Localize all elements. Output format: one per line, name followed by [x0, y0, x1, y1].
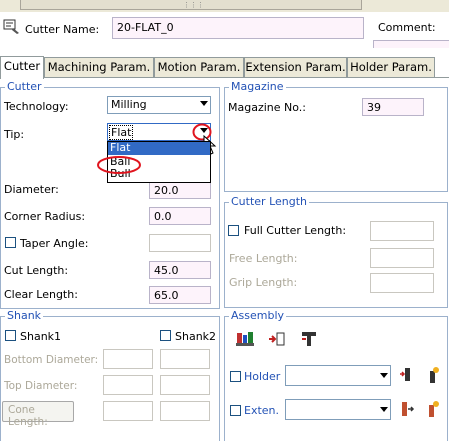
free-length-label: Free Length:: [229, 252, 298, 265]
taper-angle-checkbox[interactable]: [5, 237, 16, 248]
taper-angle-label: Taper Angle:: [20, 237, 89, 250]
assembly-group-title: Assembly: [229, 309, 287, 322]
magazine-no-label: Magazine No.:: [228, 101, 306, 114]
clear-length-label: Clear Length:: [4, 288, 78, 301]
tab-cutter[interactable]: Cutter: [0, 56, 44, 79]
exten-select[interactable]: [285, 399, 391, 420]
holder-add-icon[interactable]: [399, 366, 415, 384]
tab-motion-param[interactable]: Motion Param.: [154, 57, 244, 77]
tip-label: Tip:: [4, 128, 25, 141]
magazine-group-title: Magazine: [229, 80, 286, 93]
free-length-input: [370, 248, 434, 268]
cutter-group-title: Cutter: [5, 80, 44, 93]
magazine-no-input[interactable]: 39: [362, 98, 424, 116]
tab-strip: Cutter Machining Param. Motion Param. Ex…: [0, 56, 449, 79]
holder-select[interactable]: [285, 365, 391, 386]
shank1-checkbox[interactable]: [5, 330, 16, 341]
shank2-checkbox[interactable]: [160, 330, 171, 341]
top-diameter-input-2: [160, 375, 210, 395]
technology-select[interactable]: Milling: [107, 96, 211, 114]
cutter-name-input[interactable]: 20-FLAT_0: [112, 17, 364, 39]
cutter-length-group-title: Cutter Length: [229, 195, 310, 208]
bottom-diameter-label: Bottom Diameter:: [4, 354, 99, 366]
cone-length-input: [103, 401, 153, 421]
chevron-down-icon: [380, 407, 388, 412]
technology-label: Technology:: [4, 100, 69, 113]
clear-length-input[interactable]: 65.0: [149, 286, 211, 304]
bottom-diameter-input-2: [160, 349, 210, 369]
chevron-down-icon: [380, 373, 388, 378]
technology-value: Milling: [111, 98, 147, 111]
holder-tool-icon[interactable]: [300, 331, 318, 347]
holder-new-icon[interactable]: [425, 366, 441, 384]
shank2-label: Shank2: [175, 330, 217, 343]
comment-label: Comment:: [378, 21, 436, 34]
top-grip[interactable]: ⋮⋮⋮: [20, 0, 362, 10]
holder-checkbox[interactable]: [230, 371, 241, 382]
cone-length-button[interactable]: Cone Length:: [2, 401, 74, 428]
comment-input[interactable]: [373, 40, 449, 48]
tab-holder-param[interactable]: Holder Param.: [347, 57, 435, 77]
full-cutter-length-input: [370, 221, 434, 241]
grip-length-label: Grip Length:: [229, 276, 298, 289]
shank-group-title: Shank: [5, 309, 44, 322]
top-bar: ⋮⋮⋮: [0, 0, 449, 12]
cutter-tool-icon: [3, 19, 19, 34]
chevron-down-icon: [200, 101, 208, 106]
full-cutter-length-checkbox[interactable]: [228, 225, 239, 236]
top-diameter-input: [103, 375, 153, 395]
exten-new-icon[interactable]: [425, 400, 441, 418]
shank1-label: Shank1: [20, 330, 62, 343]
corner-radius-input[interactable]: 0.0: [149, 207, 211, 225]
annotation-ellipse-icon: [97, 156, 141, 174]
full-cutter-length-label: Full Cutter Length:: [244, 224, 347, 237]
cut-length-label: Cut Length:: [4, 264, 69, 277]
tab-machining-param[interactable]: Machining Param.: [44, 57, 154, 77]
taper-angle-input: [149, 234, 211, 252]
exten-label: Exten.: [244, 404, 280, 417]
tab-extension-param[interactable]: Extension Param.: [244, 57, 347, 77]
cutter-name-label: Cutter Name:: [25, 23, 100, 36]
cut-length-input[interactable]: 45.0: [149, 261, 211, 279]
import-arrow-icon[interactable]: [268, 331, 286, 347]
exten-add-icon[interactable]: [399, 400, 415, 418]
exten-checkbox[interactable]: [230, 405, 241, 416]
bottom-diameter-input: [103, 349, 153, 369]
grip-length-input: [370, 273, 434, 293]
corner-radius-label: Corner Radius:: [4, 210, 86, 223]
holder-label: Holder: [244, 370, 281, 383]
diameter-input[interactable]: 20.0: [149, 181, 211, 199]
diameter-label: Diameter:: [4, 183, 59, 196]
top-diameter-label: Top Diameter:: [4, 380, 78, 392]
cone-length-input-2: [160, 401, 210, 421]
tip-value: Flat: [109, 125, 134, 140]
assembly-tools-icon[interactable]: [236, 331, 256, 347]
